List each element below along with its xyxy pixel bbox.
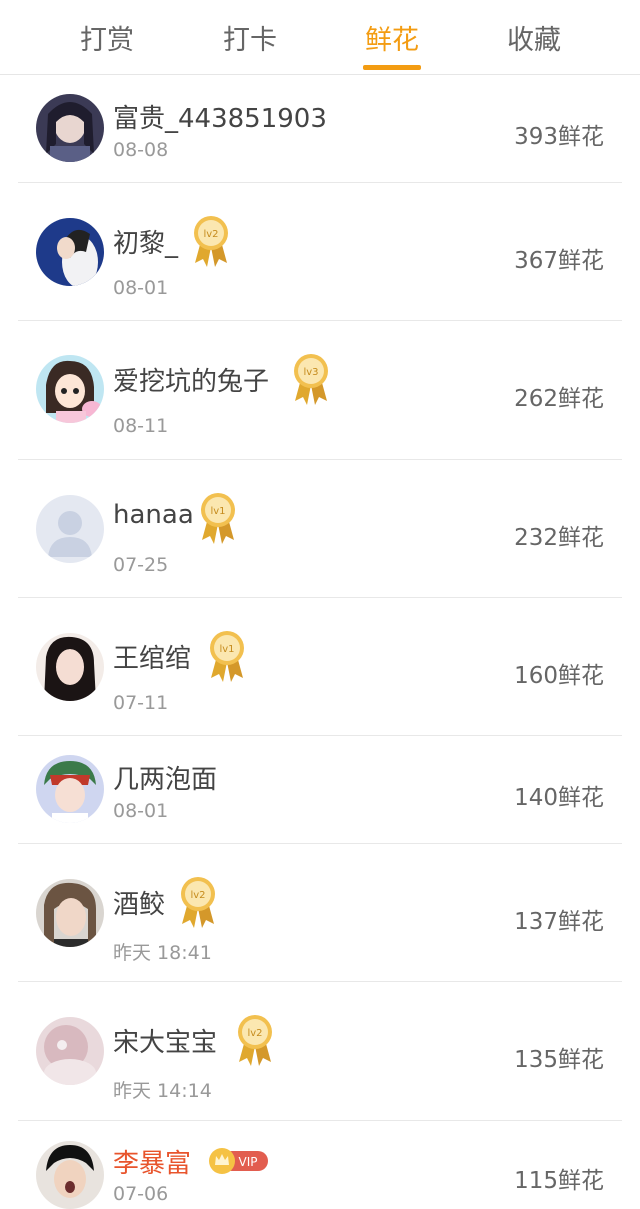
date-label: 07-06 [113,1183,169,1205]
avatar[interactable] [36,755,104,823]
avatar[interactable] [36,633,104,701]
svg-text:lv3: lv3 [303,367,318,378]
list-item[interactable]: 王绾绾 lv1 07-11 160鲜花 [0,598,640,736]
date-label: 08-01 [113,800,169,822]
tab-shoucang[interactable]: 收藏 [474,18,594,57]
user-name[interactable]: 几两泡面 [113,759,217,796]
flower-count: 115鲜花 [514,1168,604,1194]
level-medal-icon: lv1 [210,631,244,682]
svg-text:lv2: lv2 [203,229,218,240]
user-name[interactable]: 爱挖坑的兔子 [113,361,269,398]
tab-dashang[interactable]: 打赏 [47,18,167,57]
flower-count: 232鲜花 [514,525,604,551]
level-medal-icon: lv2 [238,1015,272,1066]
user-name[interactable]: 富贵_443851903 [113,98,327,135]
avatar[interactable] [36,1017,104,1085]
flower-count: 262鲜花 [514,386,604,412]
svg-text:lv1: lv1 [210,506,225,517]
level-medal-icon: lv1 [201,493,235,544]
avatar[interactable] [36,218,104,286]
avatar[interactable] [36,94,104,162]
avatar[interactable] [36,879,104,947]
date-label: 07-11 [113,692,169,714]
list-item[interactable]: hanaa lv1 07-25 232鲜花 [0,460,640,598]
flower-count: 393鲜花 [514,124,604,150]
list-item[interactable]: 几两泡面 08-01 140鲜花 [0,736,640,844]
date-label: 昨天 14:14 [113,1080,212,1102]
svg-text:lv1: lv1 [219,644,234,655]
tab-daka[interactable]: 打卡 [190,18,310,57]
vip-badge-icon: VIP [209,1148,268,1174]
user-name[interactable]: hanaa [113,500,194,530]
level-medal-icon: lv3 [294,354,328,405]
user-name[interactable]: 宋大宝宝 [113,1022,217,1059]
avatar[interactable] [36,495,104,563]
user-name[interactable]: 李暴富 [113,1143,191,1180]
user-name[interactable]: 酒鲛 [113,884,165,921]
level-medal-icon: lv2 [194,216,228,267]
flower-count: 160鲜花 [514,663,604,689]
level-medal-icon: lv2 [181,877,215,928]
flower-count: 140鲜花 [514,785,604,811]
svg-text:lv2: lv2 [190,890,205,901]
list-item[interactable]: 李暴富 VIP 07-06 115鲜花 [0,1121,640,1209]
date-label: 08-11 [113,415,169,437]
svg-text:VIP: VIP [239,1155,258,1169]
flower-count: 367鲜花 [514,248,604,274]
flower-count: 135鲜花 [514,1047,604,1073]
user-name[interactable]: 初黎_ [113,223,178,260]
list-item[interactable]: 酒鲛 lv2 昨天 18:41 137鲜花 [0,844,640,982]
list-item[interactable]: 宋大宝宝 lv2 昨天 14:14 135鲜花 [0,982,640,1121]
user-name[interactable]: 王绾绾 [113,638,191,675]
tab-bar: 打赏 打卡 鲜花 收藏 [0,0,640,75]
avatar[interactable] [36,355,104,423]
date-label: 07-25 [113,554,169,576]
date-label: 昨天 18:41 [113,942,212,964]
active-tab-indicator [363,65,421,70]
svg-text:lv2: lv2 [247,1028,262,1039]
date-label: 08-08 [113,139,169,161]
flower-count: 137鲜花 [514,909,604,935]
tab-xianhua[interactable]: 鲜花 [332,18,452,57]
list-item[interactable]: 爱挖坑的兔子 lv3 08-11 262鲜花 [0,321,640,460]
list-item[interactable]: 富贵_443851903 08-08 393鲜花 [0,75,640,183]
date-label: 08-01 [113,277,169,299]
list-item[interactable]: 初黎_ lv2 08-01 367鲜花 [0,183,640,321]
